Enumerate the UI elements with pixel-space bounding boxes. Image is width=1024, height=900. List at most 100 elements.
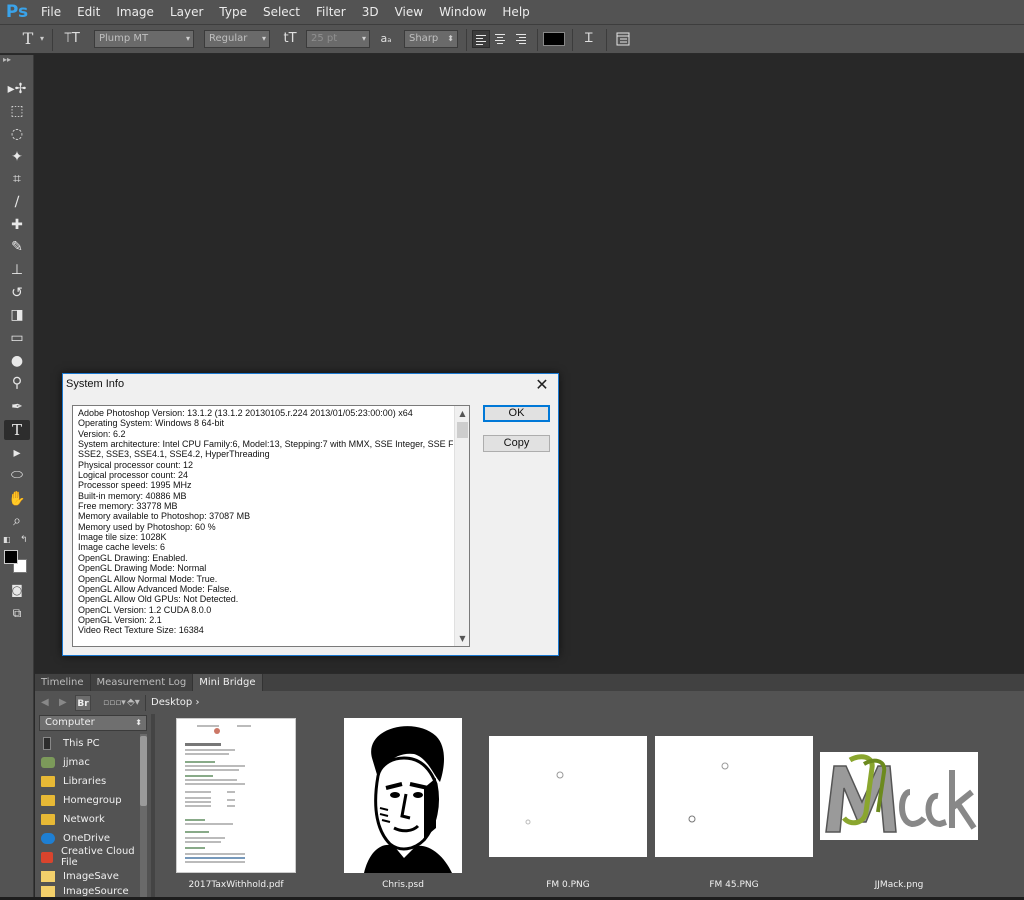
menu-filter[interactable]: Filter xyxy=(309,0,355,24)
chevron-down-icon: ▾ xyxy=(361,34,366,43)
default-colors-icon[interactable]: ◧ xyxy=(3,535,11,544)
pen-tool-icon[interactable]: ✒ xyxy=(4,397,30,417)
history-brush-tool-icon[interactable]: ↺ xyxy=(4,283,30,303)
nav-item-label: ImageSave xyxy=(63,870,119,882)
folder-icon xyxy=(41,794,55,806)
nav-item-network[interactable]: Network xyxy=(41,810,141,828)
lasso-tool-icon[interactable]: ◌ xyxy=(4,124,30,144)
blur-tool-icon[interactable]: ● xyxy=(4,351,30,371)
antialias-dropdown[interactable]: Sharp ⬍ xyxy=(404,30,458,48)
forward-arrow-icon[interactable]: ▶ xyxy=(59,695,67,711)
system-info-line: Built-in memory: 40886 MB xyxy=(78,490,187,501)
move-tool-icon[interactable]: ▸✢ xyxy=(4,79,30,99)
ellipse-tool-icon[interactable]: ⬭ xyxy=(4,465,30,485)
nav-item-onedrive[interactable]: OneDrive xyxy=(41,829,141,847)
healing-brush-tool-icon[interactable]: ✚ xyxy=(4,215,30,235)
mini-bridge-toolbar: ◀ ▶ Br ▫▫▫▾ ⬘▾ Desktop › xyxy=(35,692,1024,714)
view-options-icon[interactable]: ▫▫▫▾ xyxy=(103,695,126,711)
menu-type[interactable]: Type xyxy=(212,0,256,24)
system-info-line: System architecture: Intel CPU Family:6,… xyxy=(78,439,453,450)
warp-text-icon[interactable]: Ꮖ xyxy=(579,30,599,48)
menu-layer[interactable]: Layer xyxy=(163,0,212,24)
breadcrumb[interactable]: Desktop › xyxy=(151,695,199,711)
nav-item-imagesave[interactable]: ImageSave xyxy=(41,867,141,885)
eraser-tool-icon[interactable]: ◨ xyxy=(4,305,30,325)
screen-mode-icon[interactable]: ⧉ xyxy=(4,603,30,623)
antialias-icon: aₐ xyxy=(380,32,392,45)
tab-timeline[interactable]: Timeline xyxy=(35,674,91,691)
clone-stamp-tool-icon[interactable]: ⊥ xyxy=(4,260,30,280)
gradient-tool-icon[interactable]: ▭ xyxy=(4,328,30,348)
ok-button[interactable]: OK xyxy=(483,405,550,422)
options-bar: T ▾ ⟙T Plump MT ▾ Regular ▾ tT 25 pt ▾ aₐ S… xyxy=(0,24,1024,54)
menu-help[interactable]: Help xyxy=(495,0,538,24)
creative-cloud-icon xyxy=(41,851,53,863)
preset-dropdown-arrow-icon[interactable]: ▾ xyxy=(40,30,48,48)
system-info-line: Image tile size: 1028K xyxy=(78,532,167,543)
system-info-line: Version: 6.2 xyxy=(78,428,126,439)
zoom-tool-icon[interactable]: ⌕ xyxy=(4,511,30,531)
back-arrow-icon[interactable]: ◀ xyxy=(41,695,49,711)
hand-tool-icon[interactable]: ✋ xyxy=(4,489,30,509)
close-icon[interactable]: ✕ xyxy=(532,375,552,395)
menu-3d[interactable]: 3D xyxy=(355,0,388,24)
type-tool-preset-icon[interactable]: T xyxy=(18,30,38,48)
tab-measurement-log[interactable]: Measurement Log xyxy=(91,674,194,691)
crop-tool-icon[interactable]: ⌗ xyxy=(4,169,30,189)
font-size-icon: tT xyxy=(283,31,297,46)
font-family-dropdown[interactable]: Plump MT ▾ xyxy=(94,30,194,48)
align-left-button[interactable] xyxy=(472,30,490,48)
info-scrollbar[interactable]: ▲ ▼ xyxy=(454,406,469,646)
copy-button[interactable]: Copy xyxy=(483,435,550,452)
text-color-swatch[interactable] xyxy=(543,32,565,46)
align-left-icon xyxy=(476,35,486,45)
menu-window[interactable]: Window xyxy=(432,0,495,24)
scroll-up-icon[interactable]: ▲ xyxy=(455,406,469,421)
menu-view[interactable]: View xyxy=(388,0,432,24)
nav-item-creative-cloud-files[interactable]: Creative Cloud File xyxy=(41,846,141,868)
breadcrumb-desktop[interactable]: Desktop xyxy=(151,697,192,708)
menu-file[interactable]: File xyxy=(34,0,70,24)
dodge-tool-icon[interactable]: ⚲ xyxy=(4,373,30,393)
user-folder-icon xyxy=(41,756,55,768)
nav-item-this-pc[interactable]: This PC xyxy=(41,734,141,752)
type-tool-icon[interactable]: T xyxy=(4,420,30,440)
nav-scrollbar[interactable] xyxy=(140,734,147,899)
character-panel-button[interactable] xyxy=(614,30,634,48)
path-selection-tool-icon[interactable]: ▸ xyxy=(4,443,30,463)
nav-item-homegroup[interactable]: Homegroup xyxy=(41,791,141,809)
swap-colors-icon[interactable]: ↰ xyxy=(20,535,28,545)
system-info-line: OpenGL Allow Advanced Mode: False. xyxy=(78,583,232,594)
png-preview xyxy=(489,736,647,857)
system-info-line: OpenGL Allow Old GPUs: Not Detected. xyxy=(78,594,239,605)
nav-item-jjmac[interactable]: jjmac xyxy=(41,753,141,771)
system-info-textbox[interactable]: Adobe Photoshop Version: 13.1.2 (13.1.2 … xyxy=(72,405,470,647)
content-pane: 2017TaxWithhold.pdf Chris.psd FM 0.PNG F… xyxy=(155,714,1024,900)
menu-bar: Ps File Edit Image Layer Type Select Fil… xyxy=(0,0,1024,24)
quick-mask-icon[interactable]: ◙ xyxy=(4,580,30,600)
brush-tool-icon[interactable]: ✎ xyxy=(4,237,30,257)
system-info-line: Free memory: 33778 MB xyxy=(78,501,178,512)
menu-select[interactable]: Select xyxy=(256,0,309,24)
marquee-tool-icon[interactable]: ⬚ xyxy=(4,101,30,121)
scrollbar-thumb[interactable] xyxy=(457,422,468,438)
align-right-button[interactable] xyxy=(513,30,531,48)
foreground-color-swatch[interactable] xyxy=(4,550,18,564)
font-style-dropdown[interactable]: Regular ▾ xyxy=(204,30,270,48)
text-orientation-toggle-icon[interactable]: ⟙T xyxy=(60,30,84,48)
bridge-launch-button[interactable]: Br xyxy=(75,695,91,711)
nav-item-libraries[interactable]: Libraries xyxy=(41,772,141,790)
menu-edit[interactable]: Edit xyxy=(70,0,109,24)
panel-grip-icon[interactable]: ▸▸ xyxy=(0,55,33,65)
antialias-value: Sharp xyxy=(409,33,439,44)
scroll-down-icon[interactable]: ▼ xyxy=(455,631,469,646)
sort-icon[interactable]: ⬘▾ xyxy=(127,695,140,711)
location-dropdown[interactable]: Computer ⬍ xyxy=(39,715,147,731)
magic-wand-tool-icon[interactable]: ✦ xyxy=(4,147,30,167)
align-center-button[interactable] xyxy=(492,30,510,48)
menu-image[interactable]: Image xyxy=(109,0,163,24)
tab-mini-bridge[interactable]: Mini Bridge xyxy=(193,674,263,691)
scrollbar-thumb[interactable] xyxy=(140,736,147,806)
eyedropper-tool-icon[interactable]: ∕ xyxy=(4,192,30,212)
font-size-dropdown[interactable]: 25 pt ▾ xyxy=(306,30,370,48)
